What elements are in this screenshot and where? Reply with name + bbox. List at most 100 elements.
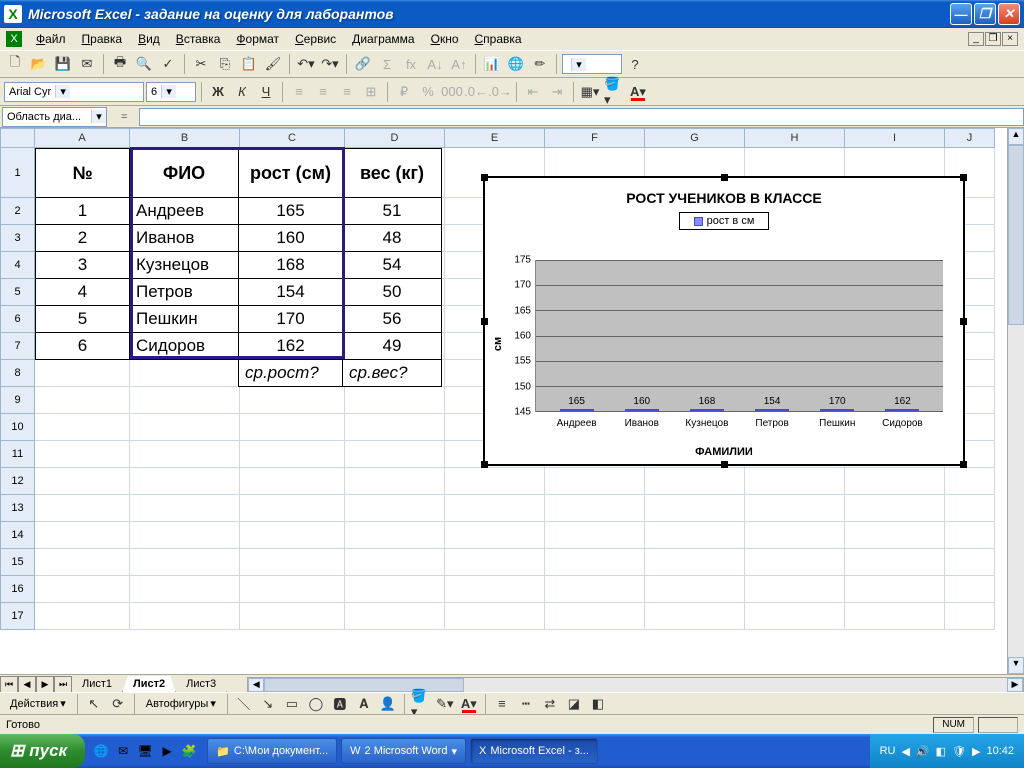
cell-C14[interactable] — [240, 522, 345, 549]
cell-F16[interactable] — [545, 576, 645, 603]
row-header-13[interactable]: 13 — [0, 495, 35, 522]
row-header-6[interactable]: 6 — [0, 306, 35, 333]
table-cell[interactable]: 160 — [239, 225, 343, 252]
cell-C9[interactable] — [240, 387, 345, 414]
formula-input[interactable] — [139, 108, 1024, 126]
tab-nav-prev[interactable]: ◀ — [18, 676, 36, 694]
cell-A10[interactable] — [35, 414, 130, 441]
table-cell[interactable]: Пешкин — [130, 306, 239, 333]
format-painter-button[interactable]: 🖌 — [262, 53, 284, 75]
merge-button[interactable]: ⊞ — [360, 81, 382, 103]
menu-формат[interactable]: Формат — [228, 30, 287, 48]
row-header-3[interactable]: 3 — [0, 225, 35, 252]
chart-handle[interactable] — [721, 461, 728, 468]
row-header-5[interactable]: 5 — [0, 279, 35, 306]
cell-E13[interactable] — [445, 495, 545, 522]
new-button[interactable]: 🗋 — [4, 53, 26, 75]
zoom-combo[interactable]: ▾ — [562, 54, 622, 74]
chart-handle[interactable] — [960, 318, 967, 325]
cell-H12[interactable] — [745, 468, 845, 495]
print-button[interactable]: 🖶 — [109, 53, 131, 75]
cell-J13[interactable] — [945, 495, 995, 522]
menu-диаграмма[interactable]: Диаграмма — [344, 30, 422, 48]
percent-button[interactable]: % — [417, 81, 439, 103]
wordart-button[interactable]: 𝐀 — [353, 693, 375, 715]
menu-вставка[interactable]: Вставка — [168, 30, 229, 48]
col-header-G[interactable]: G — [645, 128, 745, 148]
col-header-A[interactable]: A — [35, 128, 130, 148]
table-footer-cell[interactable] — [130, 360, 239, 387]
italic-button[interactable]: К — [231, 81, 253, 103]
row-header-17[interactable]: 17 — [0, 603, 35, 630]
cell-E14[interactable] — [445, 522, 545, 549]
row-header-1[interactable]: 1 — [0, 148, 35, 198]
table-cell[interactable]: 4 — [36, 279, 130, 306]
cell-A17[interactable] — [35, 603, 130, 630]
row-header-15[interactable]: 15 — [0, 549, 35, 576]
help-button[interactable]: ? — [624, 53, 646, 75]
tray-app-icon[interactable]: ◧ — [936, 745, 946, 758]
chart-handle[interactable] — [481, 318, 488, 325]
cell-D14[interactable] — [345, 522, 445, 549]
cell-C11[interactable] — [240, 441, 345, 468]
cell-A11[interactable] — [35, 441, 130, 468]
cell-A16[interactable] — [35, 576, 130, 603]
cell-I14[interactable] — [845, 522, 945, 549]
cell-C17[interactable] — [240, 603, 345, 630]
arrow-style-button[interactable]: ⇄ — [539, 693, 561, 715]
cell-D15[interactable] — [345, 549, 445, 576]
cell-B15[interactable] — [130, 549, 240, 576]
table-cell[interactable]: 154 — [239, 279, 343, 306]
cell-G12[interactable] — [645, 468, 745, 495]
ql-media-icon[interactable]: ▶ — [157, 741, 177, 761]
align-center-button[interactable]: ≡ — [312, 81, 334, 103]
mdi-restore[interactable]: ❐ — [985, 32, 1001, 46]
menu-вид[interactable]: Вид — [130, 30, 168, 48]
table-cell[interactable]: Андреев — [130, 198, 239, 225]
cell-D17[interactable] — [345, 603, 445, 630]
col-header-I[interactable]: I — [845, 128, 945, 148]
preview-button[interactable]: 🔍 — [133, 53, 155, 75]
menu-файл[interactable]: Файл — [28, 30, 74, 48]
menu-справка[interactable]: Справка — [467, 30, 530, 48]
chart-button[interactable]: 📊 — [481, 53, 503, 75]
3d-button[interactable]: ◧ — [587, 693, 609, 715]
row-header-12[interactable]: 12 — [0, 468, 35, 495]
row-header-14[interactable]: 14 — [0, 522, 35, 549]
col-header-H[interactable]: H — [745, 128, 845, 148]
tab-nav-first[interactable]: ⏮ — [0, 676, 18, 694]
cell-B9[interactable] — [130, 387, 240, 414]
clock[interactable]: 10:42 — [986, 745, 1014, 757]
row-header-7[interactable]: 7 — [0, 333, 35, 360]
currency-button[interactable]: ₽ — [393, 81, 415, 103]
cell-J15[interactable] — [945, 549, 995, 576]
table-cell[interactable]: Сидоров — [130, 333, 239, 360]
cell-B12[interactable] — [130, 468, 240, 495]
cell-J16[interactable] — [945, 576, 995, 603]
cell-D13[interactable] — [345, 495, 445, 522]
bold-button[interactable]: Ж — [207, 81, 229, 103]
cell-G14[interactable] — [645, 522, 745, 549]
table-footer-cell[interactable] — [36, 360, 130, 387]
close-button[interactable]: ✕ — [998, 3, 1020, 25]
worksheet-grid[interactable]: ABCDEFGHIJ 1234567891011121314151617 №ФИ… — [0, 128, 1024, 674]
cell-I12[interactable] — [845, 468, 945, 495]
underline-button[interactable]: Ч — [255, 81, 277, 103]
fontsize-combo[interactable]: 6▾ — [146, 82, 196, 102]
cell-F14[interactable] — [545, 522, 645, 549]
cell-A9[interactable] — [35, 387, 130, 414]
table-cell[interactable]: 168 — [239, 252, 343, 279]
tray-guard-icon[interactable]: 🛡 — [952, 745, 966, 758]
cell-D10[interactable] — [345, 414, 445, 441]
row-header-11[interactable]: 11 — [0, 441, 35, 468]
cell-F17[interactable] — [545, 603, 645, 630]
table-cell[interactable]: 165 — [239, 198, 343, 225]
table-cell[interactable]: 162 — [239, 333, 343, 360]
fx-button[interactable]: fx — [400, 53, 422, 75]
row-header-16[interactable]: 16 — [0, 576, 35, 603]
line-button[interactable]: ＼ — [233, 693, 255, 715]
font-combo[interactable]: Arial Cyr▾ — [4, 82, 144, 102]
table-cell[interactable]: 1 — [36, 198, 130, 225]
cell-F12[interactable] — [545, 468, 645, 495]
cell-A12[interactable] — [35, 468, 130, 495]
